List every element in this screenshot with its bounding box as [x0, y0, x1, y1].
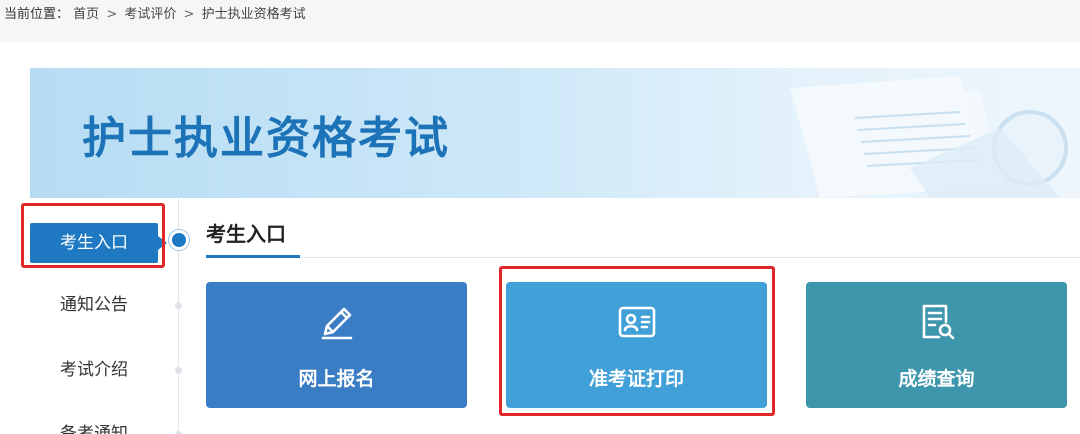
document-search-icon: [922, 304, 954, 340]
page-banner: 护士执业资格考试: [30, 68, 1080, 198]
breadcrumb-prefix: 当前位置：: [4, 7, 70, 22]
score-inquiry-button[interactable]: 成绩查询: [806, 282, 1067, 408]
section-title-underline: [206, 255, 300, 258]
card-label: 准考证打印: [588, 368, 684, 390]
sidebar-dot: [175, 367, 182, 374]
card-label: 网上报名: [298, 368, 375, 390]
breadcrumb-home-link[interactable]: 首页: [73, 7, 99, 22]
admission-ticket-print-button[interactable]: 准考证打印: [506, 282, 767, 408]
online-registration-button[interactable]: 网上报名: [206, 282, 467, 408]
pencil-icon: [321, 307, 352, 340]
breadcrumb-current: 护士执业资格考试: [201, 7, 306, 22]
page-title: 护士执业资格考试: [82, 113, 450, 164]
sidebar-dot: [175, 302, 182, 309]
sidebar-item-notices[interactable]: 通知公告: [30, 285, 158, 325]
section-title: 考生入口: [206, 222, 286, 246]
breadcrumb-separator: >: [106, 7, 118, 22]
sidebar-active-dot: [169, 230, 189, 250]
sidebar-item-exam-intro[interactable]: 考试介绍: [30, 350, 158, 390]
card-label: 成绩查询: [898, 368, 975, 390]
banner-document-illustration: [790, 76, 1068, 198]
breadcrumb: 当前位置： 首页 > 考试评价 > 护士执业资格考试: [0, 0, 1080, 42]
sidebar-item-prep-notice[interactable]: 备考通知: [30, 414, 158, 434]
section-divider: [206, 257, 1080, 258]
id-card-icon: [618, 306, 655, 338]
sidebar-item-candidate-entry[interactable]: 考生入口: [30, 223, 167, 263]
breadcrumb-separator: >: [183, 7, 195, 22]
breadcrumb-exam-eval-link[interactable]: 考试评价: [124, 7, 176, 22]
